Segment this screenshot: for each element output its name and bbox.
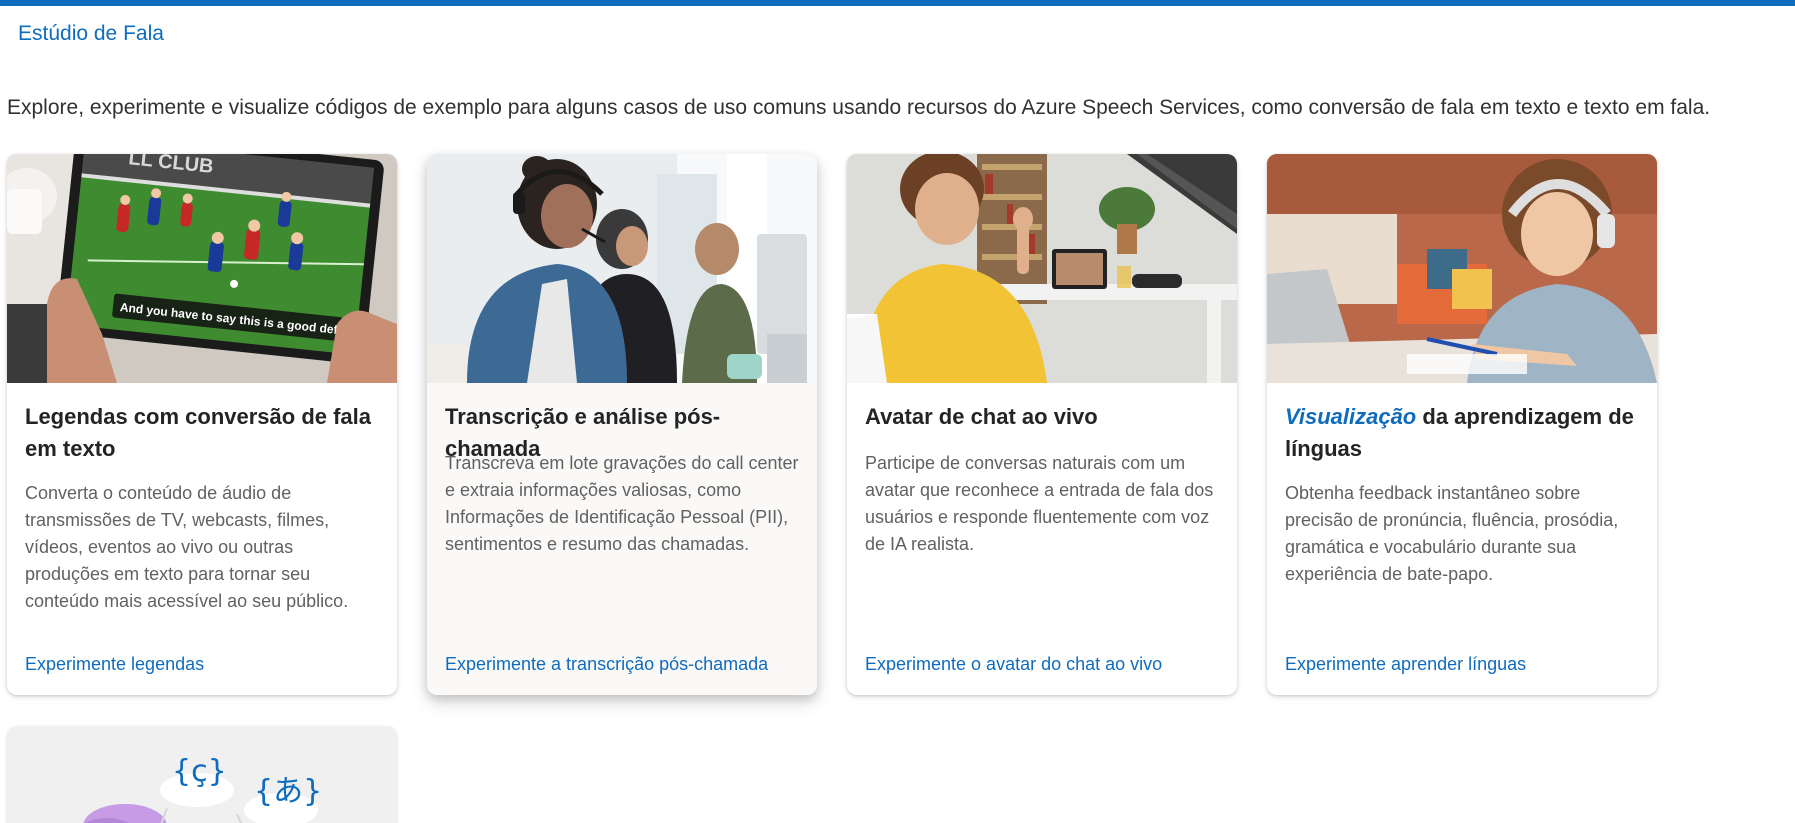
- card-captions-image: LL CLUB And you have to say this is a go…: [7, 154, 397, 383]
- card-language-learning-description: Obtenha feedback instantâneo sobre preci…: [1285, 483, 1619, 584]
- card-language-glyphs[interactable]: {ç} {あ}: [7, 726, 397, 823]
- card-live-chat-avatar[interactable]: Avatar de chat ao vivo Participe de conv…: [847, 154, 1237, 695]
- card-captions-description: Converta o conteúdo de áudio de transmis…: [25, 483, 349, 611]
- card-captions-title: Legendas com conversão de fala em texto: [25, 404, 372, 461]
- card-language-learning-image: [1267, 154, 1657, 383]
- language-glyph-illustration: {ç} {あ}: [7, 726, 397, 823]
- card-language-learning[interactable]: Visualização da aprendizagem de línguas …: [1267, 154, 1657, 695]
- try-live-chat-avatar-link[interactable]: Experimente o avatar do chat ao vivo: [865, 654, 1162, 675]
- top-accent-bar: [0, 0, 1795, 6]
- try-language-learning-link[interactable]: Experimente aprender línguas: [1285, 654, 1526, 675]
- card-live-chat-image: [847, 154, 1237, 383]
- preview-badge: Visualização: [1285, 404, 1417, 429]
- card-captions[interactable]: LL CLUB And you have to say this is a go…: [7, 154, 397, 695]
- try-captions-link[interactable]: Experimente legendas: [25, 654, 204, 675]
- card-live-chat-description: Participe de conversas naturais com um a…: [865, 453, 1214, 554]
- try-post-call-transcription-link[interactable]: Experimente a transcrição pós-chamada: [445, 654, 768, 675]
- page-intro: Explore, experimente e visualize códigos…: [7, 96, 1711, 119]
- breadcrumb-speech-studio[interactable]: Estúdio de Fala: [18, 22, 164, 46]
- card-post-call-description: Transcreva em lote gravações do call cen…: [445, 453, 799, 554]
- card-live-chat-title: Avatar de chat ao vivo: [865, 404, 1098, 429]
- glyph-hiragana-a: {あ}: [254, 774, 322, 809]
- glyph-c-cedilla: {ç}: [172, 754, 227, 789]
- card-language-learning-title: Visualização da aprendizagem de línguas: [1285, 401, 1639, 465]
- card-post-call-transcription[interactable]: Transcrição e análise pós-chamada Transc…: [427, 154, 817, 695]
- card-post-call-image: [427, 154, 817, 383]
